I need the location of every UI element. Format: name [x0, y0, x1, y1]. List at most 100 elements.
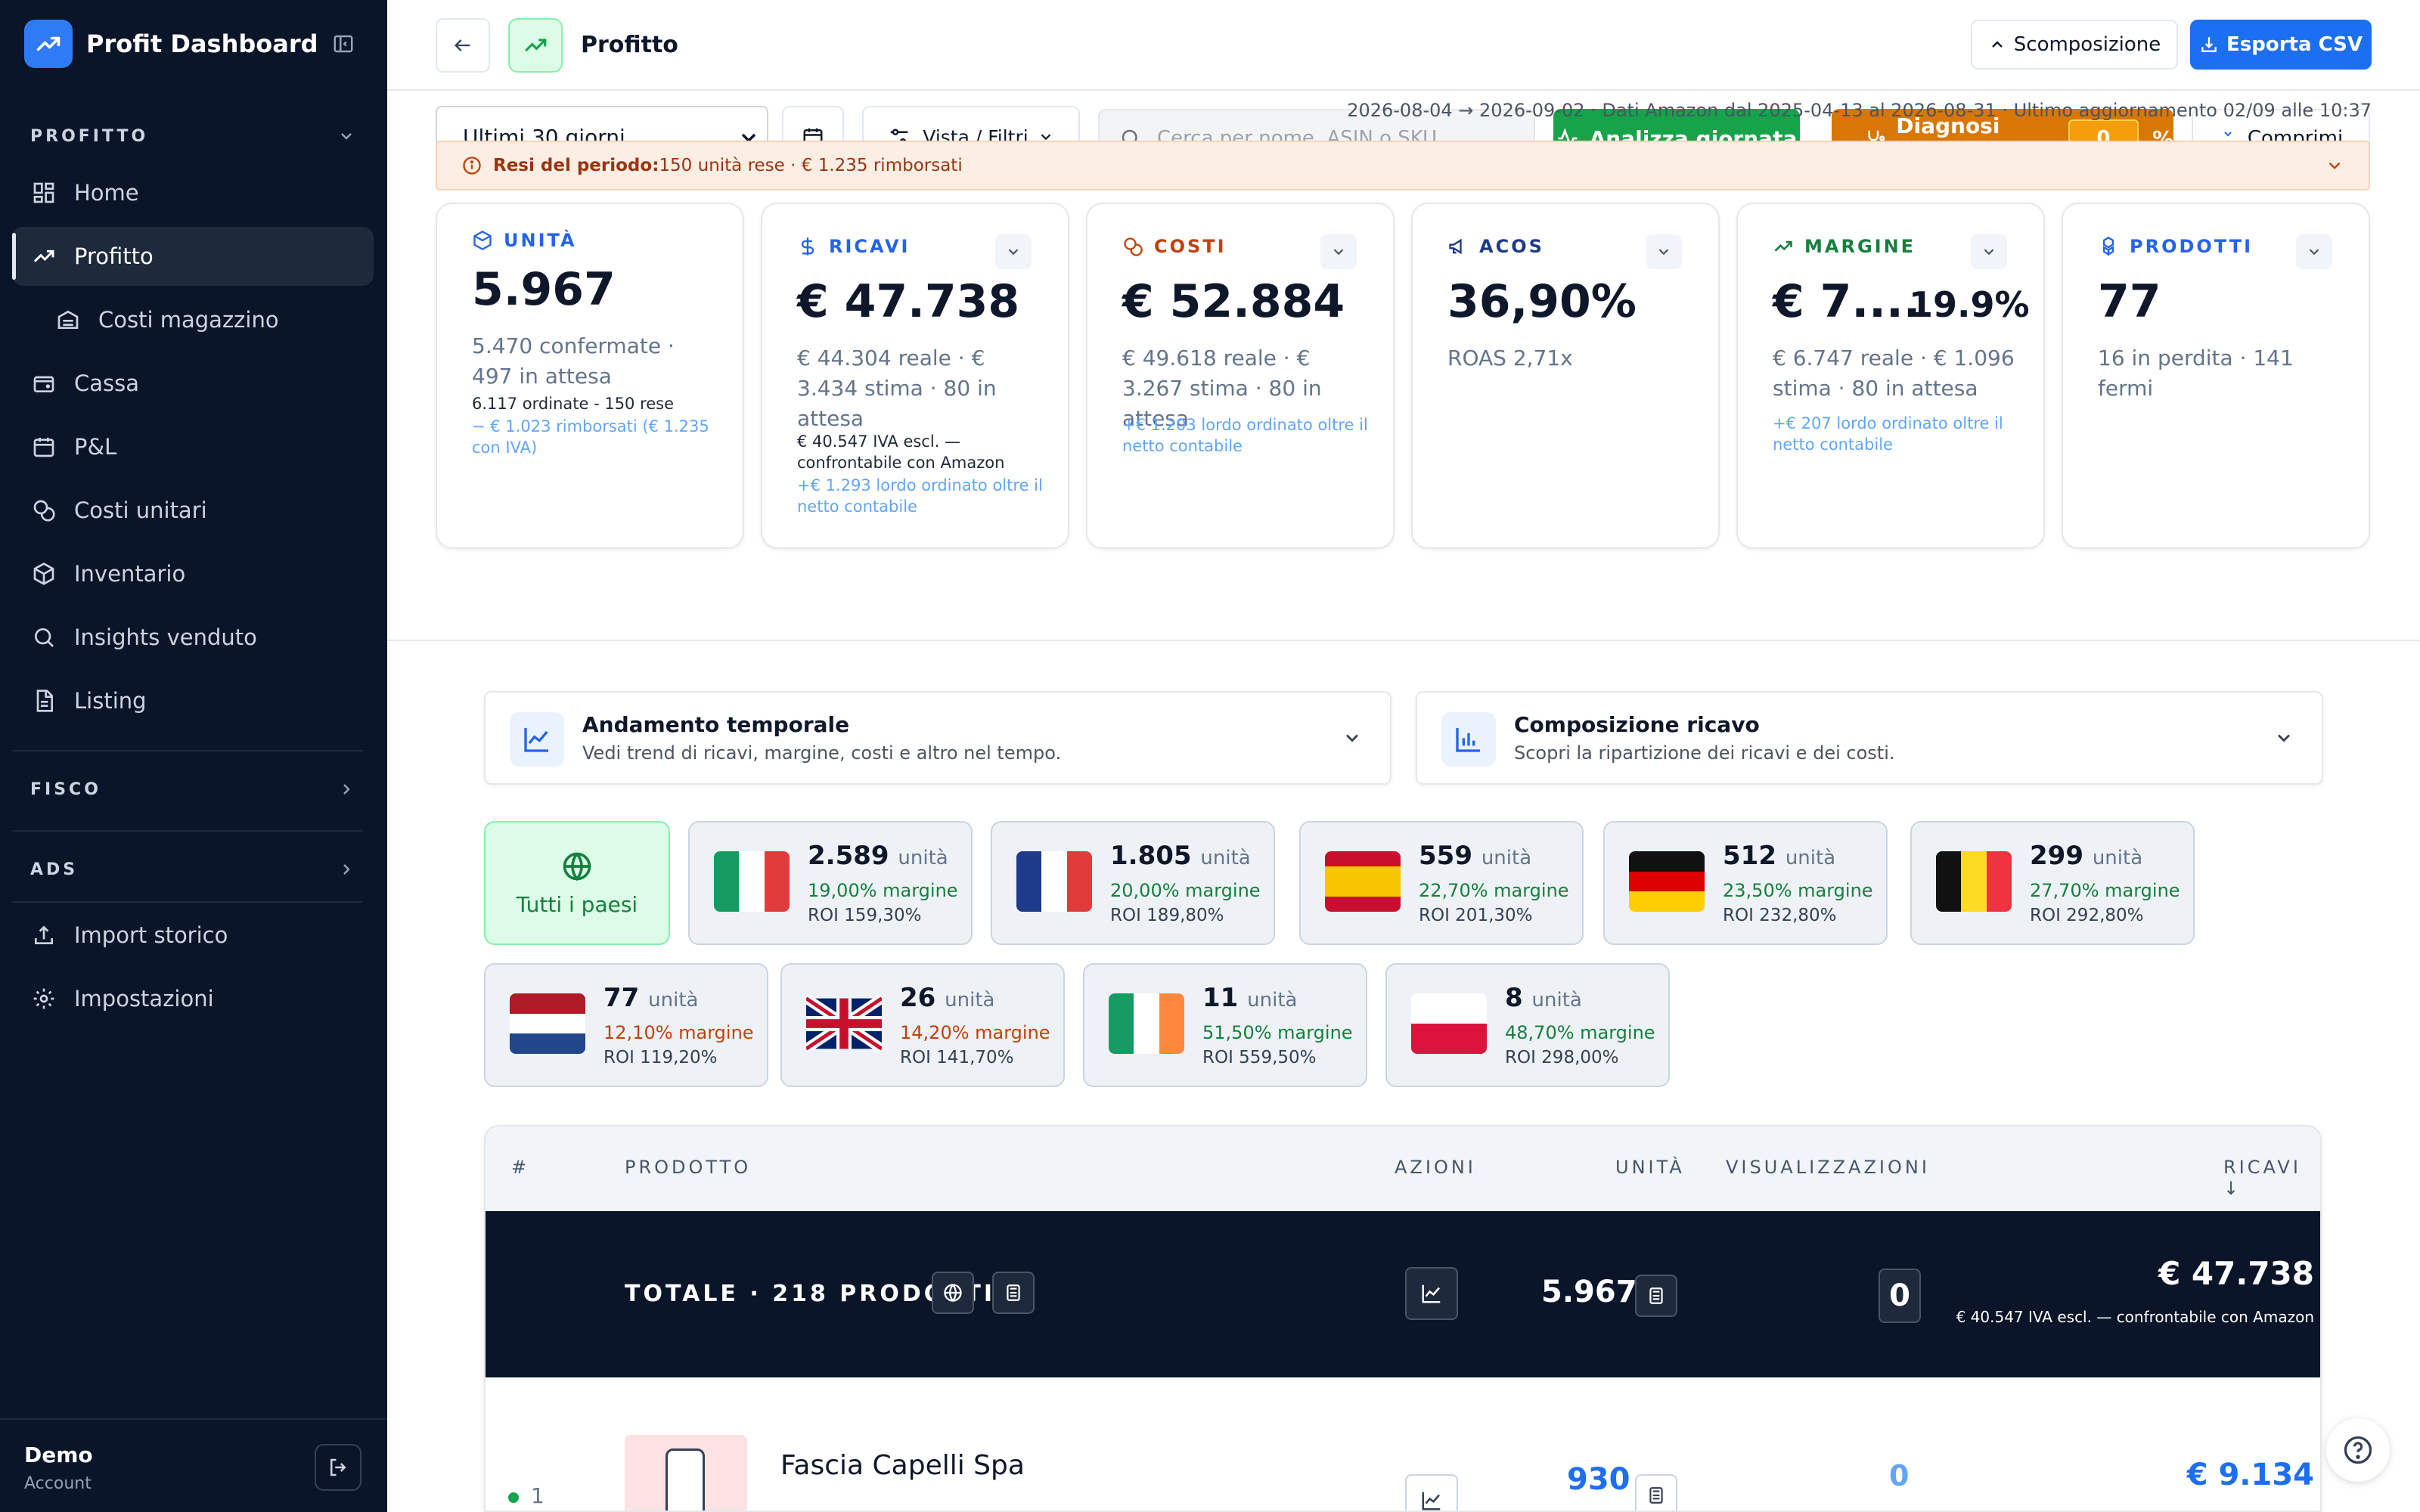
country-pl[interactable]: 8 unità 48,70% margine ROI 298,00%: [1385, 963, 1670, 1087]
calculator-button[interactable]: [1635, 1275, 1677, 1317]
col-product[interactable]: PRODOTTO: [625, 1157, 751, 1178]
sidebar-collapse-icon[interactable]: [330, 30, 357, 57]
product-name[interactable]: Fascia Capelli Spa: [780, 1450, 1025, 1481]
back-button[interactable]: [436, 18, 490, 73]
total-views: 0: [1879, 1269, 1921, 1323]
globe-icon: [944, 1284, 962, 1303]
kpi-expand-button[interactable]: [2296, 234, 2332, 269]
kpi-value: € 7....: [1773, 275, 1921, 328]
boxes-icon: [2098, 236, 2119, 257]
chevron-down-icon: [1008, 249, 1019, 256]
kpi-card-revenue: RICAVI € 47.738 € 44.304 reale · € 3.434…: [761, 203, 1069, 549]
table-total-row: TOTALE · 218 PRODOTTI 5.967 0 € 47.738 €…: [486, 1211, 2320, 1377]
calculator-button[interactable]: [992, 1272, 1035, 1314]
chart-button[interactable]: [1405, 1474, 1458, 1510]
sidebar-item-costi-magazzino[interactable]: Costi magazzino: [12, 290, 374, 349]
sidebar-item-impostazioni[interactable]: Impostazioni: [12, 969, 374, 1028]
country-de[interactable]: 512 unità 23,50% margine ROI 232,80%: [1603, 821, 1888, 945]
france-flag-icon: [1016, 851, 1092, 912]
account-name: Demo: [24, 1442, 93, 1467]
col-views[interactable]: VISUALIZZAZIONI: [1726, 1157, 1930, 1178]
table-header: # PRODOTTO AZIONI UNITÀ VISUALIZZAZIONI …: [486, 1126, 2320, 1211]
products-table: # PRODOTTO AZIONI UNITÀ VISUALIZZAZIONI …: [484, 1125, 2322, 1512]
globe-button[interactable]: [932, 1272, 974, 1314]
country-be[interactable]: 299 unità 27,70% margine ROI 292,80%: [1910, 821, 2195, 945]
logout-button[interactable]: [315, 1444, 361, 1491]
section-profitto[interactable]: PROFITTO: [30, 121, 355, 151]
divider: [12, 830, 363, 832]
search-icon: [30, 624, 57, 651]
kpi-expand-button[interactable]: [1646, 234, 1682, 269]
kpi-expand-button[interactable]: [1971, 234, 2007, 269]
kpi-note: +€ 1.293 lordo ordinato oltre il netto c…: [797, 476, 1043, 516]
dashboard-icon: [30, 179, 57, 206]
table-row[interactable]: 1 Fascia Capelli Spa 930 0 € 9.134: [486, 1377, 2320, 1510]
kpi-margin-percent: 19.9%: [1909, 284, 2030, 325]
chart-button[interactable]: [1405, 1267, 1458, 1320]
sidebar-item-pl[interactable]: P&L: [12, 417, 374, 476]
divider: [12, 901, 363, 903]
country-nl[interactable]: 77 unità 12,10% margine ROI 119,20%: [484, 963, 768, 1087]
sidebar-item-insights[interactable]: Insights venduto: [12, 608, 374, 667]
top-bar: Profitto Scomposizione Esporta CSV: [387, 0, 2420, 91]
document-icon: [30, 687, 57, 714]
sidebar-item-import[interactable]: Import storico: [12, 906, 374, 965]
kpi-value: € 52.884: [1122, 275, 1345, 328]
chevron-right-icon: [343, 784, 350, 795]
upload-icon: [30, 922, 57, 949]
chart-card-title: Andamento temporale: [582, 712, 850, 737]
country-it[interactable]: 2.589 unità 19,00% margine ROI 159,30%: [688, 821, 973, 945]
col-num: #: [511, 1157, 530, 1178]
kpi-detail: € 40.547 IVA escl. — confrontabile con A…: [797, 432, 1005, 472]
total-units: 5.967: [1541, 1275, 1637, 1309]
sidebar-item-home[interactable]: Home: [12, 163, 374, 222]
netherlands-flag-icon: [510, 993, 585, 1054]
country-fr[interactable]: 1.805 unità 20,00% margine ROI 189,80%: [991, 821, 1275, 945]
chevron-down-icon: [1984, 249, 1994, 256]
chart-card-subtitle: Vedi trend di ricavi, margine, costi e a…: [582, 742, 1062, 764]
kpi-expand-button[interactable]: [995, 234, 1032, 269]
chart-card-title: Composizione ricavo: [1514, 712, 1760, 737]
calculator-icon: [1649, 1287, 1663, 1304]
row-views: 0: [1889, 1459, 1910, 1492]
col-revenue[interactable]: RICAVI ↓: [2223, 1157, 2320, 1199]
line-chart-icon: [510, 712, 564, 767]
kpi-card-products: PRODOTTI 77 16 in perdita · 141 fermi: [2062, 203, 2370, 549]
sidebar-item-cassa[interactable]: Cassa: [12, 354, 374, 413]
megaphone-icon: [1447, 236, 1469, 257]
country-gb[interactable]: 26 unità 14,20% margine ROI 141,70%: [780, 963, 1065, 1087]
row-units: 930: [1567, 1462, 1630, 1497]
chevron-down-icon: [341, 133, 352, 140]
data-range-meta: 2026-08-04 → 2026-09-02 · Dati Amazon da…: [1347, 100, 2372, 121]
sidebar-item-listing[interactable]: Listing: [12, 671, 374, 730]
section-fisco[interactable]: FISCO: [30, 774, 355, 804]
divider: [387, 640, 2420, 641]
kpi-sub: 16 in perdita · 141 fermi: [2098, 345, 2294, 401]
kpi-expand-button[interactable]: [1320, 234, 1357, 269]
chart-card-composition[interactable]: Composizione ricavo Scopri la ripartizio…: [1416, 691, 2323, 785]
kpi-note: +€ 1.203 lordo ordinato oltre il netto c…: [1122, 416, 1368, 455]
export-csv-button[interactable]: Esporta CSV: [2190, 20, 2372, 70]
col-units[interactable]: UNITÀ: [1615, 1157, 1685, 1178]
logout-icon: [330, 1458, 346, 1476]
download-icon: [2201, 37, 2217, 52]
help-button[interactable]: [2326, 1418, 2390, 1482]
section-ads[interactable]: ADS: [30, 854, 355, 885]
returns-banner[interactable]: Resi del periodo: 150 unità rese · € 1.2…: [436, 141, 2370, 191]
chart-card-trend[interactable]: Andamento temporale Vedi trend di ricavi…: [484, 691, 1392, 785]
breakdown-button[interactable]: Scomposizione: [1971, 20, 2178, 70]
help-icon: [2344, 1436, 2372, 1464]
kpi-sub: € 44.304 reale · € 3.434 stima · 80 in a…: [797, 345, 997, 431]
sidebar-item-costi-unitari[interactable]: Costi unitari: [12, 481, 374, 540]
arrow-left-icon: [455, 39, 470, 51]
country-ie[interactable]: 11 unità 51,50% margine ROI 559,50%: [1083, 963, 1367, 1087]
country-es[interactable]: 559 unità 22,70% margine ROI 201,30%: [1299, 821, 1584, 945]
country-all[interactable]: Tutti i paesi: [484, 821, 670, 945]
sidebar-item-inventario[interactable]: Inventario: [12, 544, 374, 603]
coins-icon: [1122, 236, 1143, 257]
chevron-down-icon: [2328, 162, 2341, 169]
belgium-flag-icon: [1936, 851, 2012, 912]
product-thumbnail: [625, 1435, 747, 1510]
sidebar-item-profitto[interactable]: Profitto: [12, 227, 374, 286]
calculator-button[interactable]: [1635, 1474, 1677, 1510]
